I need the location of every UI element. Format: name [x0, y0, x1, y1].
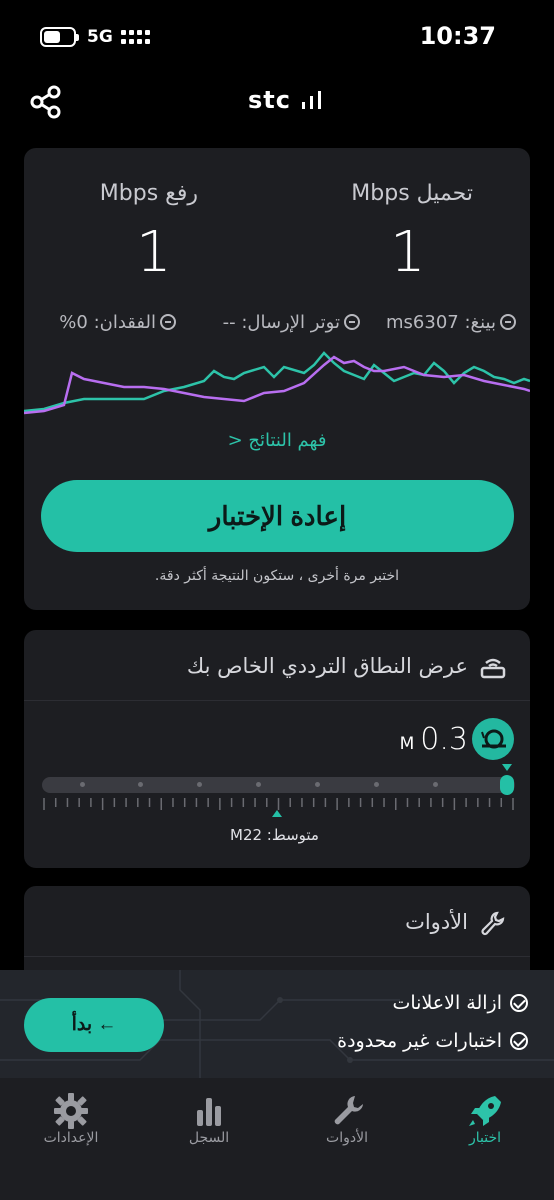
- share-icon[interactable]: [28, 84, 64, 120]
- snail-icon: [472, 718, 514, 760]
- current-level-thumb: [500, 775, 514, 795]
- divider: [24, 956, 530, 957]
- upload-label: رفع Mbps: [99, 181, 198, 206]
- wrench-icon: [334, 1096, 363, 1125]
- bottom-tab-bar: اختبار الأدوات السجل الإعدادات: [0, 1078, 554, 1200]
- status-bar: 5G 10:37: [0, 0, 554, 78]
- retest-button[interactable]: إعادة الإختبار: [41, 480, 514, 552]
- app-header: stc: [0, 78, 554, 146]
- tab-history[interactable]: السجل: [140, 1078, 278, 1168]
- bandwidth-card: عرض النطاق الترددي الخاص بك M 0.3 متوسط: …: [24, 630, 530, 868]
- download-value: 1: [390, 220, 426, 285]
- results-card: تحميل Mbps 1 رفع Mbps 1 بينغ: ms6307 توت…: [24, 148, 530, 610]
- check-circle-icon: [510, 1032, 528, 1050]
- tab-label: الإعدادات: [43, 1130, 99, 1146]
- upload-value: 1: [136, 220, 172, 285]
- jitter-text: توتر الإرسال: --: [222, 312, 340, 333]
- network-type: 5G: [87, 27, 113, 47]
- upload-series-line: [24, 355, 530, 415]
- router-icon: [480, 658, 506, 679]
- bandwidth-unit: M: [399, 734, 415, 754]
- ping-icon: [500, 314, 516, 330]
- promo-item-label: اختبارات غير محدودة: [337, 1030, 502, 1052]
- bandwidth-ruler: [43, 798, 514, 810]
- cellular-signal-icon: [121, 30, 151, 46]
- download-label: تحميل Mbps: [351, 181, 473, 206]
- bandwidth-title: عرض النطاق الترددي الخاص بك: [186, 654, 468, 678]
- tab-tools[interactable]: الأدوات: [278, 1078, 416, 1168]
- jitter-stat: توتر الإرسال: --: [223, 312, 360, 333]
- stc-logo: stc: [248, 86, 326, 114]
- check-circle-icon: [510, 994, 528, 1012]
- bandwidth-number: 0.3: [420, 722, 468, 757]
- average-label: متوسط: M22: [230, 826, 319, 844]
- bar-chart-icon: [197, 1098, 221, 1126]
- retest-hint: اختبر مرة أخرى ، ستكون النتيجة أكثر دقة.: [154, 568, 400, 584]
- promo-item-remove-ads: ازالة الاعلانات: [392, 992, 528, 1014]
- promo-banner: بدأ ← ازالة الاعلانات اختبارات غير محدود…: [0, 970, 554, 1078]
- wrench-icon: [481, 911, 505, 936]
- ping-stat: بينغ: ms6307: [386, 312, 516, 333]
- start-button[interactable]: بدأ ←: [24, 998, 164, 1052]
- promo-item-label: ازالة الاعلانات: [392, 992, 502, 1014]
- tools-title: الأدوات: [405, 910, 468, 934]
- ping-text: بينغ: ms6307: [386, 312, 496, 333]
- average-marker: [272, 810, 282, 817]
- signal-bars-icon: [302, 91, 322, 109]
- loss-stat: الفقدان: 0%: [59, 312, 176, 333]
- tab-settings[interactable]: الإعدادات: [2, 1078, 140, 1168]
- tab-test[interactable]: اختبار: [416, 1078, 554, 1168]
- bandwidth-value: M 0.3: [400, 722, 468, 757]
- current-level-marker: [502, 764, 512, 771]
- tab-label: السجل: [188, 1130, 230, 1146]
- gear-icon: [54, 1093, 88, 1129]
- tab-label: اختبار: [468, 1130, 502, 1146]
- battery-icon: [40, 27, 79, 47]
- jitter-icon: [344, 314, 360, 330]
- rocket-icon: [469, 1096, 501, 1126]
- loss-icon: [160, 314, 176, 330]
- bandwidth-track: [42, 777, 515, 793]
- divider: [24, 700, 530, 701]
- speed-graph: [24, 351, 530, 415]
- loss-text: الفقدان: 0%: [59, 312, 156, 333]
- tab-label: الأدوات: [326, 1130, 368, 1146]
- promo-item-unlimited-tests: اختبارات غير محدودة: [337, 1030, 528, 1052]
- understand-results-link[interactable]: فهم النتائج <: [24, 430, 530, 451]
- clock: 10:37: [419, 22, 496, 50]
- logo-text: stc: [248, 86, 291, 114]
